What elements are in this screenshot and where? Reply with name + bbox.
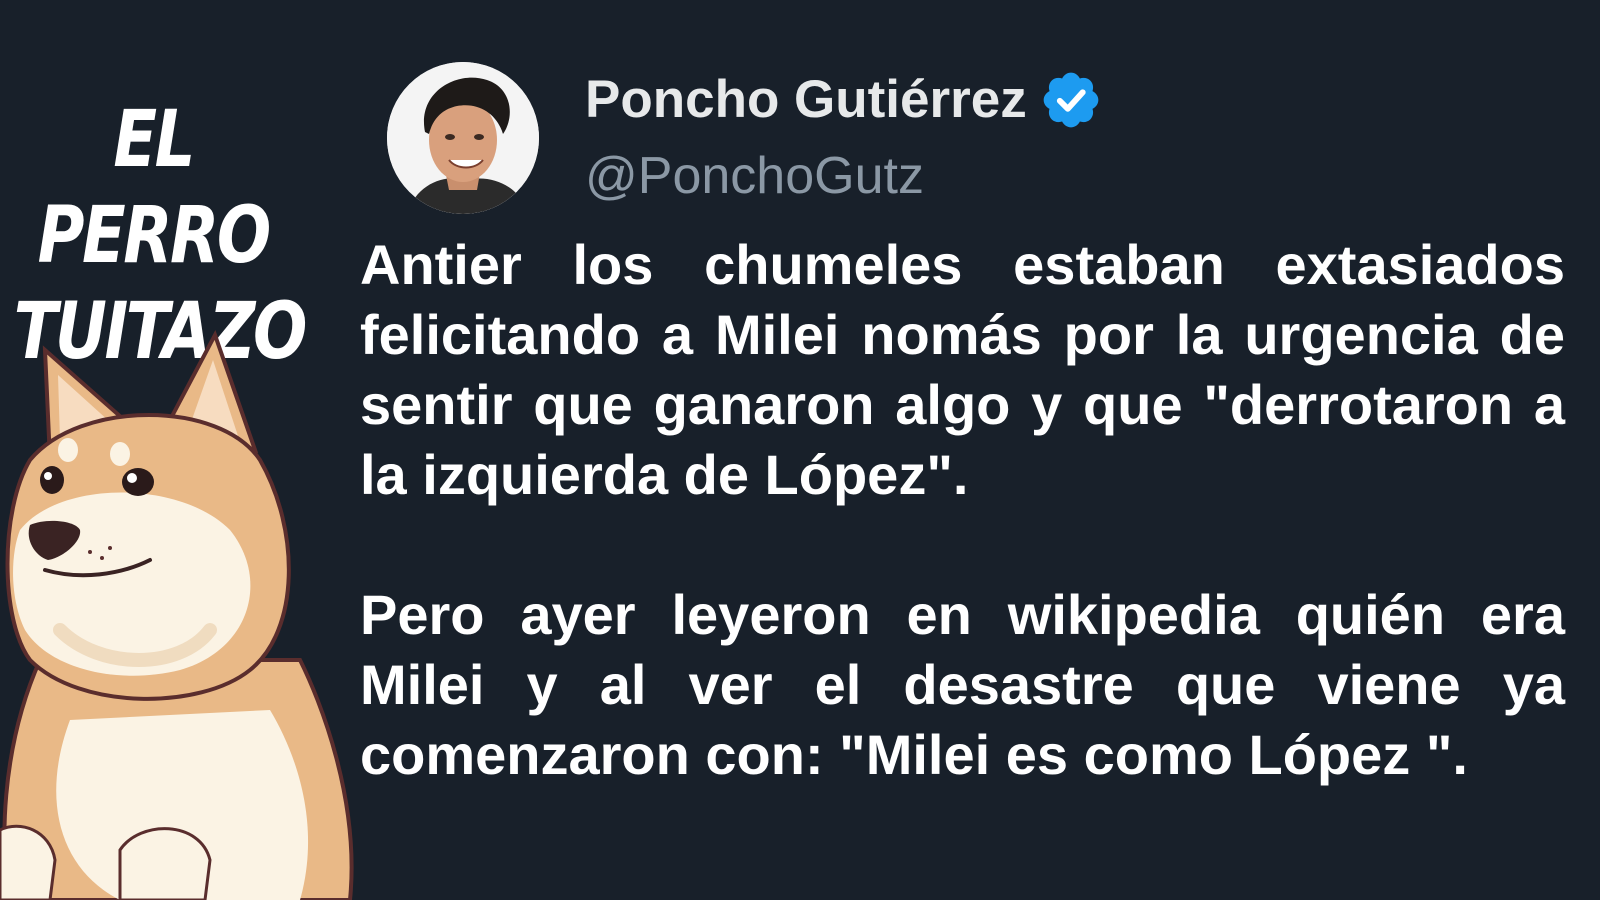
brand-title-line-1: EL PERRO (37, 95, 272, 281)
author-name-text: Poncho Gutiérrez (585, 70, 1027, 129)
tweet-paragraph-2: Pero ayer leyeron en wikipedia quién era… (360, 583, 1565, 786)
tweet-text: Antier los chumeles estaban extasiados f… (360, 230, 1565, 790)
avatar[interactable] (387, 62, 539, 214)
verified-check-icon (1043, 72, 1099, 128)
author-name[interactable]: Poncho Gutiérrez (585, 68, 1103, 132)
author-handle[interactable]: @PonchoGutz (585, 144, 924, 208)
shiba-dog-illustration (0, 330, 354, 900)
tweet-paragraph-1: Antier los chumeles estaban extasiados f… (360, 233, 1565, 506)
avatar-portrait-icon (387, 62, 539, 214)
